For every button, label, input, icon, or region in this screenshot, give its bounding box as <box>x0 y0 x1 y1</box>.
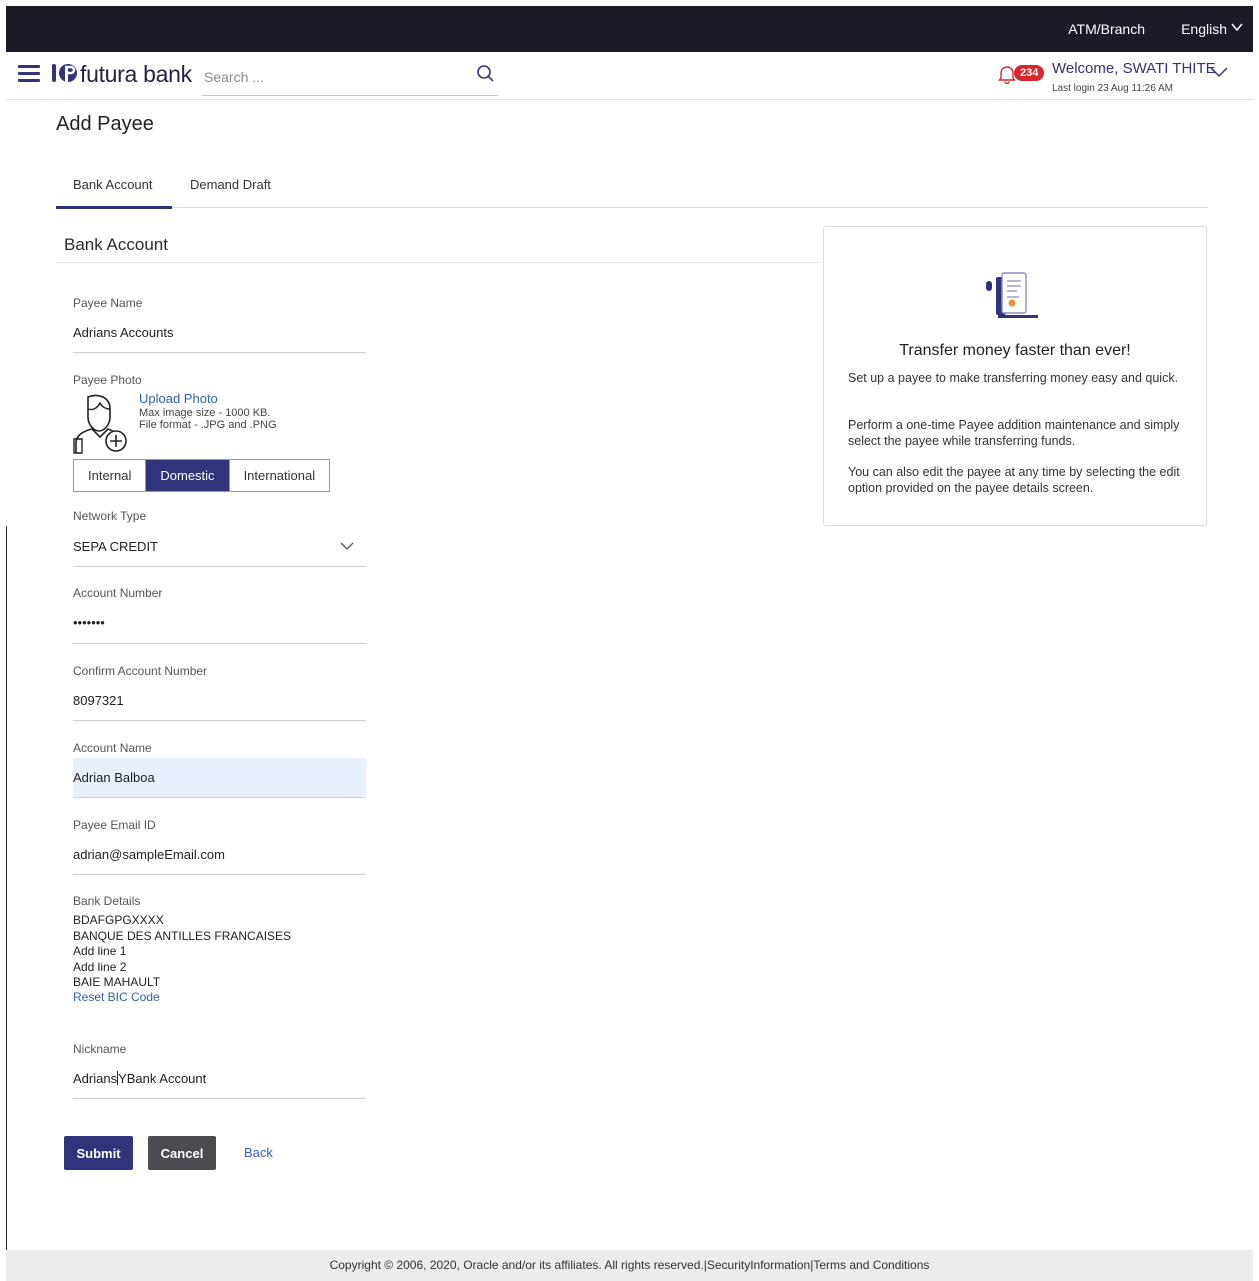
search-box <box>202 58 498 96</box>
account-number-label: Account Number <box>73 586 163 600</box>
info-paragraph-1: Set up a payee to make transferring mone… <box>848 371 1179 385</box>
tab-bank-account[interactable]: Bank Account <box>73 177 153 192</box>
account-name-input[interactable]: Adrian Balboa <box>73 770 155 785</box>
page-title: Add Payee <box>56 113 154 135</box>
info-paragraph-3: You can also edit the payee at any time … <box>848 465 1180 495</box>
payee-email-underline <box>73 874 366 875</box>
nickname-label: Nickname <box>73 1042 127 1056</box>
payee-type-domestic[interactable]: Domestic <box>146 460 230 491</box>
brand-name: futura bank <box>80 61 192 87</box>
payee-name-underline <box>73 352 366 353</box>
top-bar: ATM/Branch English <box>6 6 1253 52</box>
payee-photo-label: Payee Photo <box>73 373 142 387</box>
nickname-text-after-cursor: YBank Account <box>118 1071 207 1086</box>
confirm-account-underline <box>73 720 366 721</box>
payee-type-toggle: Internal Domestic International <box>73 459 331 492</box>
section-divider <box>56 262 821 263</box>
bank-details: BDAFGPGXXXX BANQUE DES ANTILLES FRANCAIS… <box>73 913 291 991</box>
upload-photo-hint: Max image size - 1000 KB. File format - … <box>139 407 277 431</box>
app-header: futura bank 234 Welcome, SWATI THITE Las… <box>6 52 1253 100</box>
info-paragraph-2: Perform a one-time Payee addition mainte… <box>848 418 1180 448</box>
account-name-underline <box>73 797 366 798</box>
notification-badge[interactable]: 234 <box>1014 65 1045 81</box>
tab-demand-draft[interactable]: Demand Draft <box>190 177 271 192</box>
submit-button[interactable]: Submit <box>64 1136 133 1170</box>
payee-type-international[interactable]: International <box>230 460 330 491</box>
nickname-underline <box>73 1098 366 1099</box>
payee-email-input[interactable]: adrian@sampleEmail.com <box>73 847 225 862</box>
bank-name: BANQUE DES ANTILLES FRANCAISES <box>73 928 292 943</box>
payee-type-internal[interactable]: Internal <box>74 460 147 491</box>
bank-address-line-2: Add line 2 <box>73 959 127 974</box>
payee-name-input[interactable]: Adrians Accounts <box>73 325 173 340</box>
bank-city: BAIE MAHAULT <box>73 975 161 989</box>
content-border <box>6 526 47 1250</box>
search-icon[interactable] <box>476 64 494 84</box>
futura-logo-icon <box>52 64 77 82</box>
language-selector[interactable]: English <box>1181 21 1227 37</box>
menu-icon[interactable] <box>18 65 40 83</box>
chevron-down-icon[interactable] <box>340 541 354 551</box>
network-type-underline <box>73 566 366 567</box>
confirm-account-label: Confirm Account Number <box>73 664 208 678</box>
bank-details-label: Bank Details <box>73 894 141 908</box>
back-link[interactable]: Back <box>244 1145 273 1160</box>
account-name-label: Account Name <box>73 741 152 755</box>
confirm-account-input[interactable]: 8097321 <box>73 693 124 708</box>
payee-name-label: Payee Name <box>73 296 143 310</box>
payee-email-label: Payee Email ID <box>73 818 156 832</box>
file-format-text: File format - .JPG and .PNG <box>139 419 277 431</box>
account-number-underline <box>73 643 366 644</box>
info-title: Transfer money faster than ever! <box>899 342 1131 359</box>
network-type-select[interactable]: SEPA CREDIT <box>73 539 158 554</box>
info-card: Transfer money faster than ever! Set up … <box>823 226 1207 526</box>
nickname-input[interactable]: AdriansYBank Account <box>73 1071 206 1086</box>
chevron-down-icon[interactable] <box>1231 22 1243 32</box>
upload-photo-link[interactable]: Upload Photo <box>139 391 218 406</box>
brand-logo[interactable]: futura bank <box>51 61 192 88</box>
payee-document-icon <box>986 272 1038 318</box>
chevron-down-icon[interactable] <box>1210 66 1228 78</box>
last-login-text: Last login 23 Aug 11:26 AM <box>1052 83 1174 94</box>
bank-address-line-1: Add line 1 <box>73 944 127 958</box>
cancel-button[interactable]: Cancel <box>148 1136 216 1170</box>
user-add-photo-icon[interactable] <box>70 393 130 455</box>
atm-branch-link[interactable]: ATM/Branch <box>1068 21 1145 37</box>
network-type-label: Network Type <box>73 509 147 523</box>
nickname-text-before-cursor: Adrians <box>73 1071 118 1086</box>
welcome-text[interactable]: Welcome, SWATI THITE <box>1052 60 1216 77</box>
bic-code: BDAFGPGXXXX <box>73 913 164 927</box>
account-number-input[interactable]: ••••••• <box>73 615 105 630</box>
section-title: Bank Account <box>64 235 168 254</box>
search-input[interactable] <box>202 60 452 94</box>
footer: Copyright © 2006, 2020, Oracle and/or it… <box>6 1250 1253 1281</box>
reset-bic-link[interactable]: Reset BIC Code <box>73 990 160 1004</box>
max-image-size-text: Max image size - 1000 KB. <box>139 407 271 419</box>
tab-bar: Bank Account Demand Draft <box>56 165 1208 209</box>
active-tab-indicator <box>56 206 172 209</box>
